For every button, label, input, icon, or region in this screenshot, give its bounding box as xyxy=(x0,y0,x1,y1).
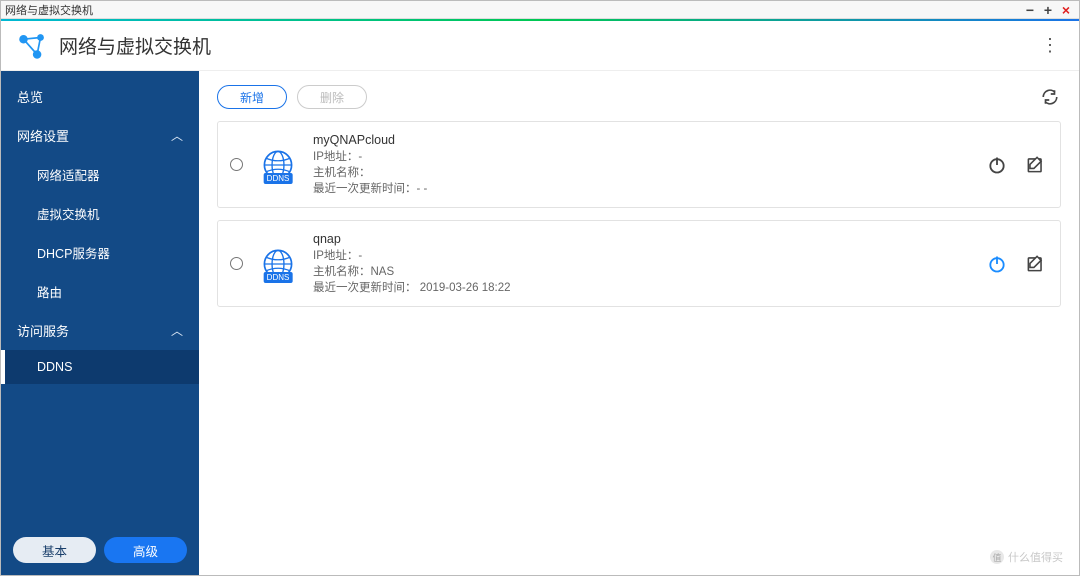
service-last-update: 最近一次更新时间：- - xyxy=(313,181,972,197)
service-info: myQNAPcloud IP地址：- 主机名称： 最近一次更新时间：- - xyxy=(313,132,972,197)
sidebar-item-label: 访问服务 xyxy=(17,321,69,340)
sidebar-item-network-adapter[interactable]: 网络适配器 xyxy=(1,155,199,194)
service-last-update: 最近一次更新时间： 2019-03-26 18:22 xyxy=(313,280,972,296)
chevron-up-icon: ︿ xyxy=(171,322,183,339)
sidebar-item-label: 网络适配器 xyxy=(37,165,100,184)
ddns-badge: DDNS xyxy=(264,173,293,184)
sidebar-item-label: 总览 xyxy=(17,87,43,106)
app-header: 网络与虚拟交换机 ⋮ xyxy=(1,21,1079,71)
delete-button[interactable]: 删除 xyxy=(297,85,367,109)
service-ip: IP地址：- xyxy=(313,248,972,264)
sidebar-item-ddns[interactable]: DDNS xyxy=(1,350,199,384)
sidebar-item-label: 虚拟交换机 xyxy=(37,204,100,223)
sidebar-item-label: DHCP服务器 xyxy=(37,243,110,262)
service-ip: IP地址：- xyxy=(313,149,972,165)
sidebar-item-routing[interactable]: 路由 xyxy=(1,272,199,311)
ddns-service-card: DDNS myQNAPcloud IP地址：- 主机名称： 最近一次更新时间：-… xyxy=(217,121,1061,208)
more-menu-icon[interactable]: ⋮ xyxy=(1033,31,1065,60)
service-host: 主机名称： xyxy=(313,165,972,181)
mode-advanced-label: 高级 xyxy=(133,541,158,560)
service-host: 主机名称：NAS xyxy=(313,264,972,280)
window-close-icon[interactable]: × xyxy=(1057,2,1075,18)
service-name: myQNAPcloud xyxy=(313,132,972,148)
add-button-label: 新增 xyxy=(240,89,264,106)
content-area: 新增 删除 xyxy=(199,71,1079,575)
chevron-up-icon: ︿ xyxy=(171,127,183,144)
add-button[interactable]: 新增 xyxy=(217,85,287,109)
refresh-icon[interactable] xyxy=(1039,86,1061,108)
ddns-badge: DDNS xyxy=(264,272,293,283)
window-titlebar: 网络与虚拟交换机 − + × xyxy=(1,1,1079,19)
window-title: 网络与虚拟交换机 xyxy=(5,2,1021,18)
ddns-icon: DDNS xyxy=(257,243,299,285)
ddns-icon: DDNS xyxy=(257,144,299,186)
power-icon[interactable] xyxy=(986,253,1008,275)
toolbar: 新增 删除 xyxy=(217,85,1061,109)
window-minimize-icon[interactable]: − xyxy=(1021,2,1039,18)
sidebar-item-label: 路由 xyxy=(37,282,62,301)
sidebar-item-virtual-switch[interactable]: 虚拟交换机 xyxy=(1,194,199,233)
app-logo-icon xyxy=(15,29,49,63)
mode-basic-label: 基本 xyxy=(42,541,67,560)
power-icon[interactable] xyxy=(986,154,1008,176)
sidebar-item-dhcp-server[interactable]: DHCP服务器 xyxy=(1,233,199,272)
service-name: qnap xyxy=(313,231,972,247)
edit-icon[interactable] xyxy=(1024,253,1046,275)
sidebar-mode-toggle: 基本 高级 xyxy=(1,527,199,575)
ddns-service-card: DDNS qnap IP地址：- 主机名称：NAS 最近一次更新时间： 2019… xyxy=(217,220,1061,307)
mode-advanced-button[interactable]: 高级 xyxy=(104,537,187,563)
app-title: 网络与虚拟交换机 xyxy=(59,32,211,59)
service-radio[interactable] xyxy=(230,257,243,270)
sidebar: 总览 网络设置 ︿ 网络适配器 虚拟交换机 DHCP服务器 路由 xyxy=(1,71,199,575)
service-radio[interactable] xyxy=(230,158,243,171)
mode-basic-button[interactable]: 基本 xyxy=(13,537,96,563)
sidebar-group-network-settings[interactable]: 网络设置 ︿ xyxy=(1,116,199,155)
edit-icon[interactable] xyxy=(1024,154,1046,176)
service-info: qnap IP地址：- 主机名称：NAS 最近一次更新时间： 2019-03-2… xyxy=(313,231,972,296)
sidebar-group-access-services[interactable]: 访问服务 ︿ xyxy=(1,311,199,350)
watermark-text: 什么值得买 xyxy=(1008,549,1063,565)
watermark-icon: 值 xyxy=(990,550,1004,564)
delete-button-label: 删除 xyxy=(320,89,344,106)
sidebar-item-overview[interactable]: 总览 xyxy=(1,77,199,116)
sidebar-item-label: DDNS xyxy=(37,360,72,374)
watermark: 值 什么值得买 xyxy=(990,549,1063,565)
window-maximize-icon[interactable]: + xyxy=(1039,2,1057,18)
sidebar-item-label: 网络设置 xyxy=(17,126,69,145)
